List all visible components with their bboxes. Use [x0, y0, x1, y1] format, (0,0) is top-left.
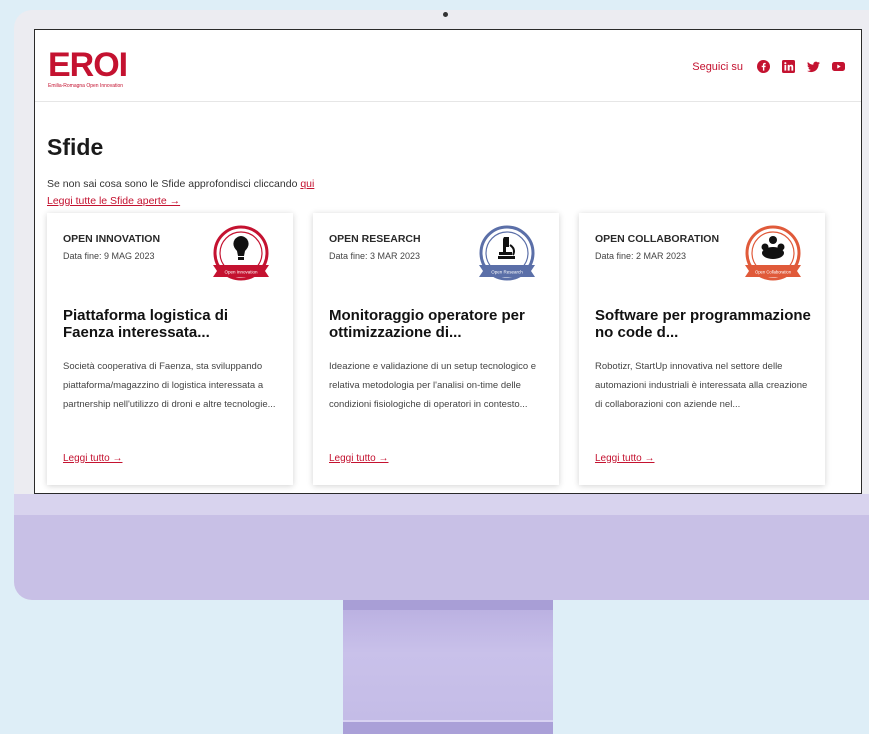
- card-description: Società cooperativa di Faenza, sta svilu…: [63, 361, 276, 410]
- card-category: OPEN INNOVATION: [63, 233, 161, 245]
- imac-chin: [14, 515, 869, 600]
- logo-text: EROI: [48, 46, 128, 84]
- all-challenges-link[interactable]: Leggi tutte le Sfide aperte →: [47, 195, 180, 207]
- imac-stand-foot: [343, 720, 553, 734]
- youtube-icon[interactable]: [832, 60, 845, 73]
- open-collaboration-badge-icon: Open Collaboration: [745, 225, 801, 281]
- twitter-icon[interactable]: [807, 60, 820, 73]
- card-title[interactable]: Piattaforma logistica di Faenza interess…: [63, 307, 283, 341]
- badge-label: Open Research: [491, 270, 523, 275]
- challenge-card[interactable]: OPEN COLLABORATION Data fine: 2 MAR 2023…: [579, 213, 825, 485]
- camera-dot: [443, 12, 448, 17]
- badge-label: Open Collaboration: [755, 270, 792, 275]
- card-title[interactable]: Monitoraggio operatore per ottimizzazion…: [329, 307, 549, 341]
- screen: EROI Emilia-Romagna Open Innovation Segu…: [34, 29, 862, 494]
- intro-sentence: Se non sai cosa sono le Sfide approfondi…: [47, 178, 301, 190]
- read-more-link[interactable]: Leggi tutto →: [595, 453, 654, 464]
- card-date: Data fine: 9 MAG 2023: [63, 251, 155, 261]
- facebook-icon[interactable]: [757, 60, 770, 73]
- open-innovation-badge-icon: Open Innovation: [213, 225, 269, 281]
- challenge-card[interactable]: OPEN RESEARCH Data fine: 3 MAR 2023 Open…: [313, 213, 559, 485]
- challenge-card[interactable]: OPEN INNOVATION Data fine: 9 MAG 2023 Op…: [47, 213, 293, 485]
- card-title[interactable]: Software per programmazione no code d...: [595, 307, 815, 341]
- card-description: Robotizr, StartUp innovativa nel settore…: [595, 361, 808, 410]
- logo[interactable]: EROI Emilia-Romagna Open Innovation: [48, 46, 128, 89]
- imac-stand: [343, 600, 553, 734]
- imac-stand-shade: [343, 600, 553, 610]
- site-header: EROI Emilia-Romagna Open Innovation Segu…: [35, 30, 861, 102]
- card-date: Data fine: 2 MAR 2023: [595, 251, 687, 261]
- read-more-link[interactable]: Leggi tutto →: [329, 453, 388, 464]
- linkedin-icon[interactable]: [782, 60, 795, 73]
- intro-link[interactable]: qui: [300, 178, 314, 190]
- card-category: OPEN COLLABORATION: [595, 233, 720, 245]
- card-category: OPEN RESEARCH: [329, 233, 421, 245]
- card-description: Ideazione e validazione di un setup tecn…: [329, 361, 537, 410]
- imac-chin-top: [14, 494, 869, 516]
- page-title: Sfide: [47, 134, 104, 160]
- card-date: Data fine: 3 MAR 2023: [329, 251, 421, 261]
- read-more-link[interactable]: Leggi tutto →: [63, 453, 122, 464]
- intro-text: Se non sai cosa sono le Sfide approfondi…: [47, 178, 314, 190]
- logo-subtitle: Emilia-Romagna Open Innovation: [48, 83, 124, 89]
- follow-label: Seguici su: [692, 60, 743, 73]
- open-research-badge-icon: Open Research: [479, 225, 535, 281]
- social-links: Seguici su: [692, 60, 845, 73]
- badge-label: Open Innovation: [224, 270, 258, 275]
